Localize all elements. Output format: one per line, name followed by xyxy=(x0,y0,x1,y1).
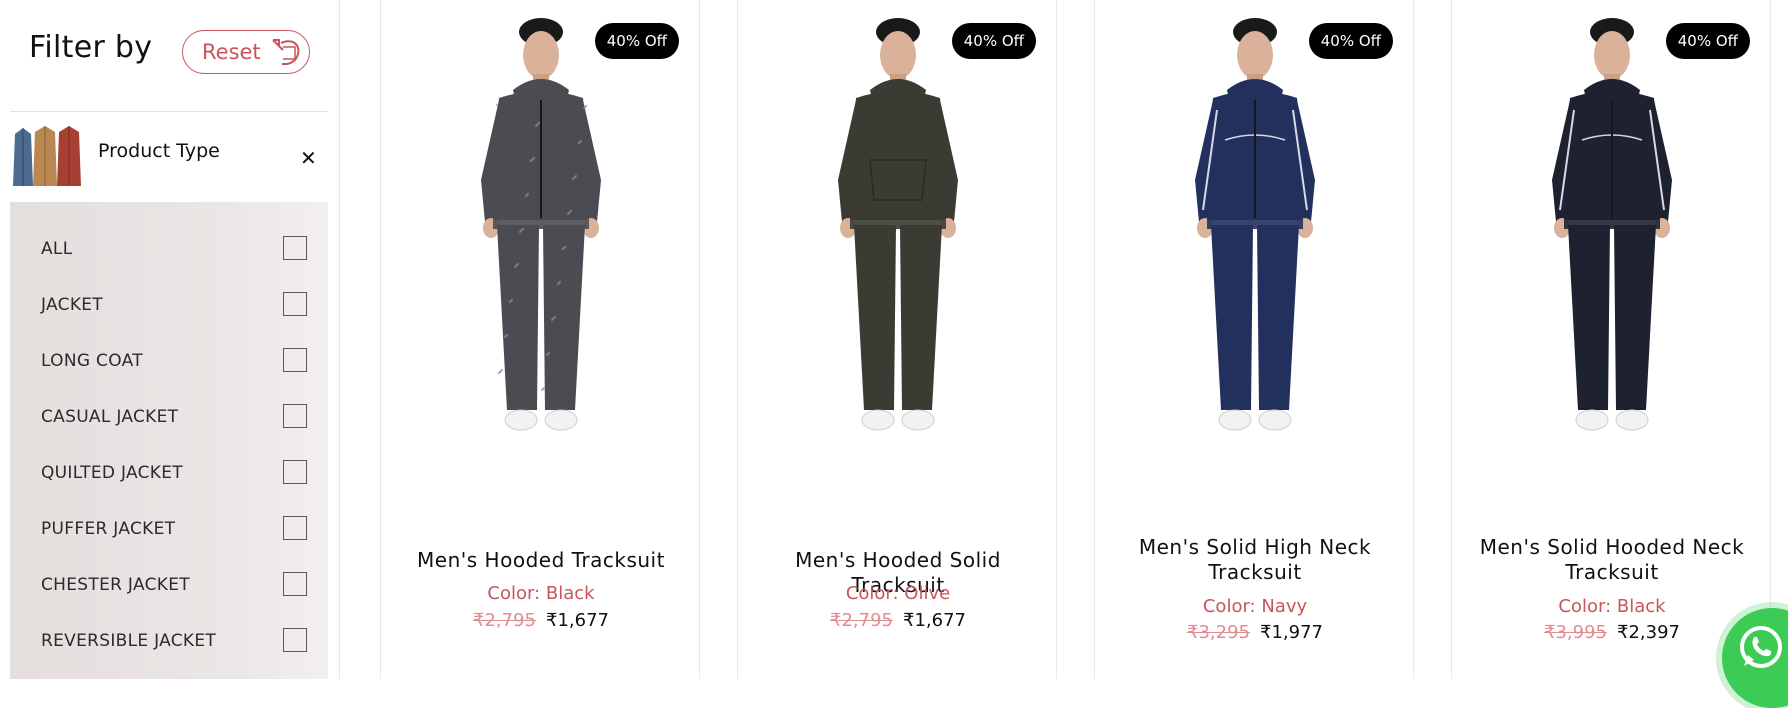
whatsapp-icon xyxy=(1740,626,1782,668)
reset-label: Reset xyxy=(202,40,261,64)
filter-option-puffer-jacket[interactable]: PUFFER JACKET xyxy=(10,507,328,547)
sale-price: ₹1,677 xyxy=(903,610,966,631)
filter-option-long-coat[interactable]: LONG COAT xyxy=(10,339,328,379)
product-price: ₹2,795 ₹1,677 xyxy=(738,610,1058,631)
product-color: Color: Black xyxy=(1558,596,1666,617)
product-price: ₹2,795 ₹1,677 xyxy=(381,610,701,631)
original-price: ₹3,295 xyxy=(1187,622,1250,643)
filter-sidebar: Filter by Reset Product Type ✕ ALL JACKE… xyxy=(0,0,340,679)
filter-option-label: REVERSIBLE JACKET xyxy=(41,631,217,651)
reset-button[interactable]: Reset xyxy=(182,30,310,74)
product-price: ₹3,995 ₹2,397 xyxy=(1452,622,1772,643)
filter-option-label: CASUAL JACKET xyxy=(41,407,179,427)
original-price: ₹3,995 xyxy=(1544,622,1607,643)
product-name[interactable]: Men's Solid Hooded Neck Tracksuit xyxy=(1462,535,1762,585)
filter-checkbox[interactable] xyxy=(283,404,307,428)
product-card[interactable]: 40% Off Men's Solid High Neck Tracksuit … xyxy=(1094,0,1414,679)
sale-price: ₹2,397 xyxy=(1617,622,1680,643)
product-color: Color: Black xyxy=(487,583,595,604)
reset-arrow-icon xyxy=(271,39,300,65)
original-price: ₹2,795 xyxy=(473,610,536,631)
filter-option-quilted-jacket[interactable]: QUILTED JACKET xyxy=(10,451,328,491)
product-price: ₹3,295 ₹1,977 xyxy=(1095,622,1415,643)
product-type-options: ALL JACKET LONG COAT CASUAL JACKET QUILT… xyxy=(10,202,328,679)
filter-option-chester-jacket[interactable]: CHESTER JACKET xyxy=(10,563,328,603)
filter-checkbox[interactable] xyxy=(283,572,307,596)
filter-checkbox[interactable] xyxy=(283,236,307,260)
product-card[interactable]: 40% Off Men's Hooded Solid Tracksuit Col… xyxy=(737,0,1057,679)
filter-option-jacket[interactable]: JACKET xyxy=(10,283,328,323)
product-name[interactable]: Men's Hooded Tracksuit xyxy=(391,548,691,573)
coats-thumbnail-image xyxy=(11,120,84,190)
filter-option-label: JACKET xyxy=(41,295,103,315)
sale-price: ₹1,677 xyxy=(546,610,609,631)
original-price: ₹2,795 xyxy=(830,610,893,631)
product-color: Color: Olive xyxy=(845,583,951,604)
filter-checkbox[interactable] xyxy=(283,628,307,652)
product-type-header[interactable]: Product Type ✕ xyxy=(10,112,328,202)
filter-checkbox[interactable] xyxy=(283,348,307,372)
product-color: Color: Navy xyxy=(1202,596,1308,617)
filter-option-all[interactable]: ALL xyxy=(10,227,328,267)
filter-title: Filter by xyxy=(29,30,153,65)
product-name[interactable]: Men's Solid High Neck Tracksuit xyxy=(1105,535,1405,585)
close-icon[interactable]: ✕ xyxy=(300,146,317,170)
filter-checkbox[interactable] xyxy=(283,292,307,316)
product-image[interactable] xyxy=(1155,10,1355,490)
product-type-label: Product Type xyxy=(98,140,220,162)
product-card[interactable]: 40% Off Men's Hooded Tracksuit Color: Bl… xyxy=(380,0,700,679)
product-image[interactable] xyxy=(1512,10,1712,490)
product-grid: 40% Off Men's Hooded Tracksuit Color: Bl… xyxy=(341,0,1788,679)
filter-option-label: QUILTED JACKET xyxy=(41,463,183,483)
product-image[interactable] xyxy=(798,10,998,490)
filter-option-label: CHESTER JACKET xyxy=(41,575,190,595)
sale-price: ₹1,977 xyxy=(1260,622,1323,643)
product-image[interactable] xyxy=(441,10,641,490)
filter-option-casual-jacket[interactable]: CASUAL JACKET xyxy=(10,395,328,435)
filter-checkbox[interactable] xyxy=(283,460,307,484)
filter-option-reversible-jacket[interactable]: REVERSIBLE JACKET xyxy=(10,619,328,659)
filter-option-label: LONG COAT xyxy=(41,351,143,371)
filter-checkbox[interactable] xyxy=(283,516,307,540)
filter-option-label: ALL xyxy=(41,239,73,259)
product-card[interactable]: 40% Off Men's Solid Hooded Neck Tracksui… xyxy=(1451,0,1771,679)
filter-option-label: PUFFER JACKET xyxy=(41,519,176,539)
